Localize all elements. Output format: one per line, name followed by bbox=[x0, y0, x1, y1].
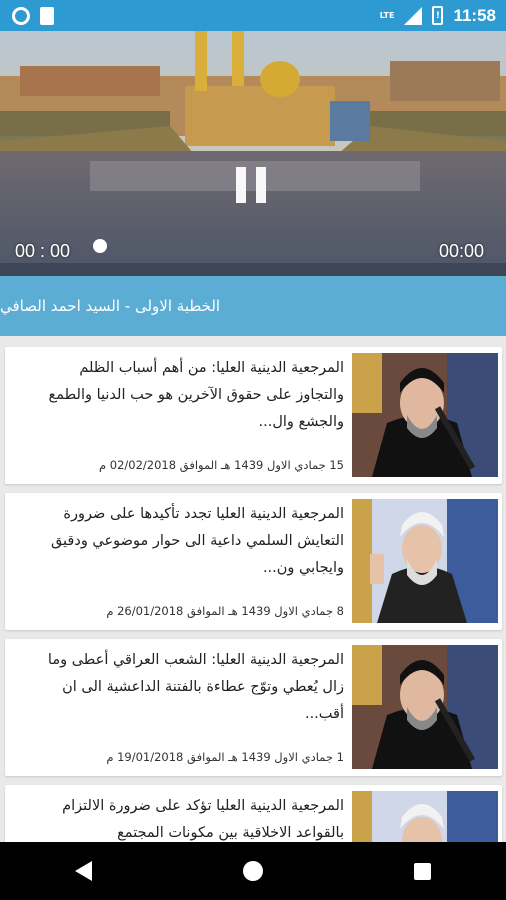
clock: 11:58 bbox=[453, 5, 496, 25]
duration-time: 00:00 bbox=[438, 241, 484, 261]
recent-apps-icon[interactable] bbox=[413, 862, 431, 880]
now-playing-bar: الخطبة الاولى - السيد احمد الصافي bbox=[0, 276, 506, 336]
notification-circle-icon bbox=[12, 6, 30, 25]
article-headline: المرجعية الدينية العليا تجدد تأكيدها على… bbox=[50, 506, 344, 576]
list-item[interactable]: المرجعية الدينية العليا تجدد تأكيدها على… bbox=[5, 493, 502, 630]
list-item[interactable]: المرجعية الدينية العليا: الشعب العراقي أ… bbox=[5, 639, 502, 776]
article-date: 1 جمادي الاول 1439 هـ الموافق 19/01/2018… bbox=[106, 750, 344, 764]
home-icon[interactable] bbox=[242, 861, 263, 881]
article-thumbnail bbox=[352, 645, 498, 769]
media-player[interactable]: 00 : 00 00:00 bbox=[0, 31, 506, 276]
article-date: 8 جمادي الاول 1439 هـ الموافق 26/01/2018… bbox=[106, 604, 344, 618]
battery-icon: ! bbox=[432, 6, 444, 25]
shrine-background-image bbox=[0, 31, 506, 276]
article-date: 15 جمادي الاول 1439 هـ الموافق 02/02/201… bbox=[99, 458, 344, 472]
status-bar: LTE ! 11:58 bbox=[0, 0, 506, 31]
article-thumbnail bbox=[352, 353, 498, 477]
article-headline: المرجعية الدينية العليا: الشعب العراقي أ… bbox=[47, 652, 344, 722]
article-thumbnail bbox=[352, 499, 498, 623]
article-headline: المرجعية الدينية العليا: من أهم أسباب ال… bbox=[48, 360, 344, 430]
article-headline: المرجعية الدينية العليا تؤكد على ضرورة ا… bbox=[62, 798, 344, 841]
sd-card-icon bbox=[40, 6, 54, 25]
list-item[interactable]: المرجعية الدينية العليا: من أهم أسباب ال… bbox=[5, 347, 502, 484]
seek-bar-thumb[interactable] bbox=[93, 239, 107, 253]
network-type-label: LTE bbox=[379, 11, 395, 20]
signal-icon bbox=[404, 6, 423, 25]
article-list[interactable]: المرجعية الدينية العليا: من أهم أسباب ال… bbox=[0, 336, 506, 842]
system-nav-bar bbox=[0, 842, 506, 900]
pause-button[interactable] bbox=[236, 167, 272, 203]
now-playing-title: الخطبة الاولى - السيد احمد الصافي bbox=[0, 297, 221, 315]
back-icon[interactable] bbox=[75, 861, 93, 881]
article-thumbnail bbox=[352, 791, 498, 842]
elapsed-time: 00 : 00 bbox=[15, 241, 71, 261]
list-item[interactable]: المرجعية الدينية العليا تؤكد على ضرورة ا… bbox=[5, 785, 502, 842]
